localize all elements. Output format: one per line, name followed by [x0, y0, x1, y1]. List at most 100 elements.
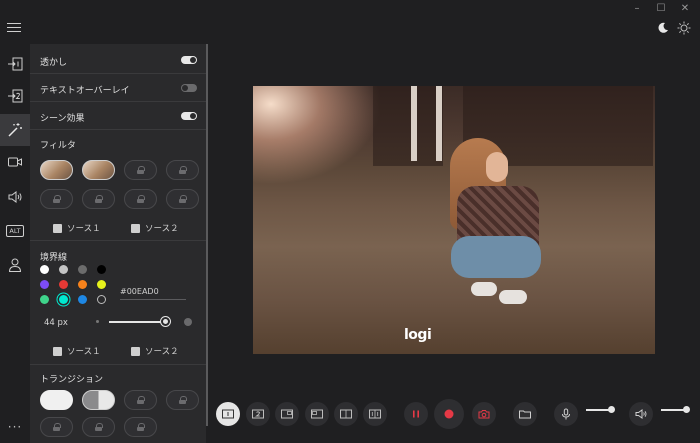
- slider-min-dot: [96, 320, 99, 323]
- transition-option-locked[interactable]: [166, 390, 199, 410]
- hex-color-input[interactable]: #00EAD0: [120, 287, 186, 300]
- watermark-row: 透かし: [30, 46, 206, 74]
- color-swatch[interactable]: [78, 265, 87, 274]
- logi-watermark: logi: [404, 327, 432, 343]
- filter-option-2[interactable]: [82, 160, 115, 180]
- color-swatch[interactable]: [59, 265, 68, 274]
- lock-icon: [179, 166, 187, 174]
- filter-option-locked[interactable]: [82, 189, 115, 209]
- filter-option-locked[interactable]: [166, 189, 199, 209]
- maximize-button[interactable]: ☐: [654, 3, 668, 15]
- transition-option-1[interactable]: [40, 390, 73, 410]
- transition-option-locked[interactable]: [124, 417, 157, 437]
- more-options-icon[interactable]: ···: [0, 420, 30, 434]
- filter-option-locked[interactable]: [124, 160, 157, 180]
- border-source-2-checkbox[interactable]: ソース２: [131, 345, 179, 357]
- color-swatch[interactable]: [40, 280, 49, 289]
- title-bar: – ☐ ✕: [0, 0, 700, 44]
- border-source-1-checkbox[interactable]: ソース１: [53, 345, 101, 357]
- lock-icon: [53, 423, 61, 431]
- rail-item-alt[interactable]: ALT: [0, 215, 30, 247]
- video-camera-icon: [8, 157, 22, 167]
- transition-option-locked[interactable]: [82, 417, 115, 437]
- snapshot-button[interactable]: [472, 402, 496, 426]
- watermark-label: 透かし: [40, 58, 68, 68]
- color-swatch[interactable]: [59, 280, 68, 289]
- layout-1-icon: [222, 409, 234, 419]
- checkbox[interactable]: [53, 346, 62, 356]
- rail-item-camera[interactable]: [0, 146, 30, 178]
- microphone-volume-handle[interactable]: [608, 406, 615, 413]
- checkbox[interactable]: [131, 223, 140, 233]
- rail-item-source-2[interactable]: [0, 80, 30, 112]
- checkbox[interactable]: [131, 346, 140, 356]
- scene-effects-toggle[interactable]: [181, 112, 197, 120]
- scene-effects-row: シーン効果: [30, 102, 206, 130]
- color-swatch[interactable]: [97, 295, 106, 304]
- layout-split-icon: [340, 409, 352, 419]
- filter-option-1[interactable]: [40, 160, 73, 180]
- color-swatch[interactable]: [78, 280, 87, 289]
- rail-item-source-1[interactable]: [0, 48, 30, 80]
- color-swatch[interactable]: [97, 265, 106, 274]
- folder-icon: [519, 410, 531, 419]
- color-swatch[interactable]: [59, 295, 68, 304]
- sun-icon[interactable]: [677, 21, 691, 35]
- layout-pip-2-1-button[interactable]: [305, 402, 329, 426]
- magic-wand-icon: [8, 123, 22, 137]
- transition-option-2[interactable]: [82, 390, 115, 410]
- pause-button[interactable]: [404, 402, 428, 426]
- filter-option-locked[interactable]: [40, 189, 73, 209]
- color-swatch[interactable]: [78, 295, 87, 304]
- close-button[interactable]: ✕: [678, 3, 692, 15]
- moon-icon[interactable]: [657, 22, 669, 34]
- open-folder-button[interactable]: [513, 402, 537, 426]
- layout-pip-1-2-button[interactable]: [275, 402, 299, 426]
- filter-source-2-checkbox[interactable]: ソース２: [131, 222, 179, 234]
- layout-split-button[interactable]: [334, 402, 358, 426]
- border-width-label: 44 px: [44, 318, 68, 328]
- layout-split-alt-button[interactable]: [363, 402, 387, 426]
- background-pole: [411, 86, 417, 161]
- speaker-button[interactable]: [629, 402, 653, 426]
- hamburger-menu-icon[interactable]: [7, 20, 21, 34]
- minimize-button[interactable]: –: [630, 3, 644, 15]
- record-button[interactable]: [434, 399, 464, 429]
- background-trees: [373, 86, 443, 166]
- lock-icon: [137, 423, 145, 431]
- transition-option-locked[interactable]: [40, 417, 73, 437]
- watermark-toggle[interactable]: [181, 56, 197, 64]
- checkbox[interactable]: [53, 223, 62, 233]
- user-icon: [8, 258, 22, 272]
- filter-source-1-checkbox[interactable]: ソース１: [53, 222, 101, 234]
- border-width-slider[interactable]: [109, 321, 166, 323]
- color-swatch[interactable]: [97, 280, 106, 289]
- speaker-icon: [635, 409, 647, 419]
- speaker-volume-handle[interactable]: [683, 406, 690, 413]
- filter-option-locked[interactable]: [166, 160, 199, 180]
- filter-section-title: フィルタ: [40, 141, 76, 151]
- layout-source-2-button[interactable]: [246, 402, 270, 426]
- rail-item-account[interactable]: [0, 249, 30, 281]
- microphone-button[interactable]: [554, 402, 578, 426]
- lock-icon: [95, 195, 103, 203]
- color-swatch[interactable]: [40, 295, 49, 304]
- checkbox-label: ソース１: [67, 347, 101, 357]
- slider-max-dot: [184, 318, 192, 326]
- filter-option-locked[interactable]: [124, 189, 157, 209]
- icon-rail: ALT ···: [0, 44, 30, 443]
- rail-item-effects[interactable]: [0, 114, 30, 146]
- lock-icon: [137, 166, 145, 174]
- color-swatch[interactable]: [40, 265, 49, 274]
- pause-icon: [413, 410, 419, 418]
- input-1-icon: [8, 57, 23, 71]
- layout-single-button[interactable]: [216, 402, 240, 426]
- transition-option-locked[interactable]: [124, 390, 157, 410]
- panel-scrollbar[interactable]: [206, 44, 208, 426]
- rail-item-audio[interactable]: [0, 181, 30, 213]
- person-face: [486, 152, 508, 182]
- slider-handle[interactable]: [161, 317, 170, 326]
- border-section-title: 境界線: [40, 253, 68, 263]
- layout-split-icon: [369, 409, 381, 419]
- text-overlay-toggle[interactable]: [181, 84, 197, 92]
